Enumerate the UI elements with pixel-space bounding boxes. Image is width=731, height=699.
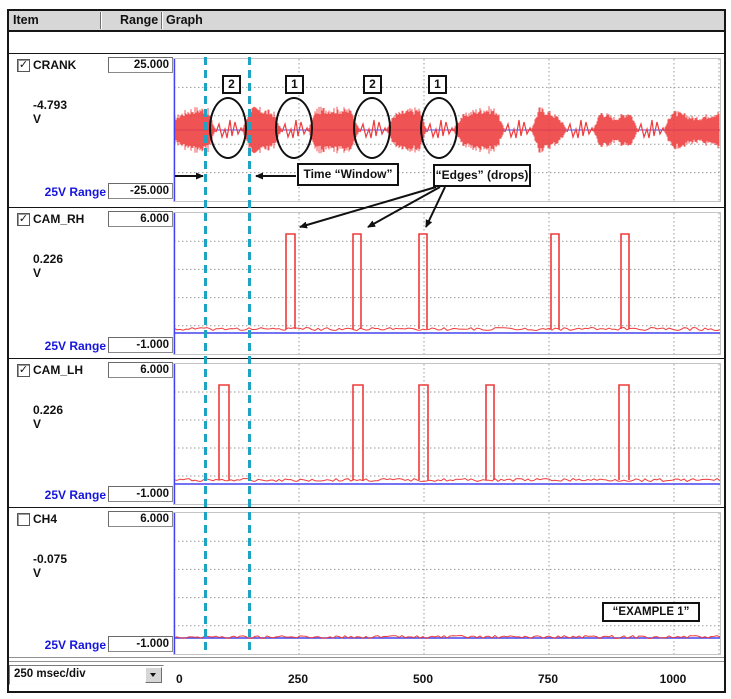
- channel-label: CH4: [33, 512, 57, 526]
- time-window-cursor-right[interactable]: [248, 57, 251, 654]
- table-header: [9, 11, 724, 32]
- bottom-bar: 250 msec/div 0 250 500 750 1000: [9, 663, 724, 689]
- cam-rh-range-link[interactable]: 25V Range: [9, 339, 106, 353]
- callout-ellipse: [353, 97, 391, 159]
- channel-row-cam-rh: ✓ CAM_RH 6.000 0.226V 25V Range -1.000: [9, 207, 724, 359]
- edges-label: “Edges” (drops): [433, 164, 531, 187]
- cam-rh-checkbox[interactable]: ✓: [17, 213, 30, 226]
- column-divider: [161, 12, 162, 29]
- crank-range-link[interactable]: 25V Range: [9, 185, 106, 199]
- column-header-item: Item: [13, 13, 39, 27]
- cam-lh-range-max-field[interactable]: 6.000: [108, 362, 173, 378]
- axis-tick-750: 750: [528, 672, 568, 686]
- ch4-graph: [173, 512, 721, 655]
- column-header-graph: Graph: [166, 13, 203, 27]
- column-divider: [100, 12, 101, 29]
- channel-label: CAM_RH: [33, 212, 84, 226]
- cam-rh-graph: [173, 212, 721, 355]
- callout-number: 2: [222, 75, 241, 94]
- callout-ellipse: [275, 97, 313, 159]
- crank-range-max-field[interactable]: 25.000: [108, 57, 173, 73]
- ch4-checkbox[interactable]: [17, 513, 30, 526]
- timebase-dropdown[interactable]: 250 msec/div: [9, 665, 164, 685]
- callout-number: 1: [285, 75, 304, 94]
- channel-value: 0.226V: [33, 403, 63, 431]
- ch4-range-max-field[interactable]: 6.000: [108, 511, 173, 527]
- callout-number: 2: [363, 75, 382, 94]
- channel-label: CRANK: [33, 58, 76, 72]
- cam-rh-range-min-field[interactable]: -1.000: [108, 337, 173, 353]
- callout-number: 1: [428, 75, 447, 94]
- crank-checkbox[interactable]: ✓: [17, 59, 30, 72]
- column-header-range: Range: [120, 13, 156, 27]
- cam-lh-checkbox[interactable]: ✓: [17, 364, 30, 377]
- axis-tick-500: 500: [403, 672, 443, 686]
- callout-ellipse: [209, 97, 247, 159]
- ch4-range-min-field[interactable]: -1.000: [108, 636, 173, 652]
- axis-tick-1000: 1000: [653, 672, 693, 686]
- channel-value: 0.226V: [33, 252, 63, 280]
- cam-lh-range-min-field[interactable]: -1.000: [108, 486, 173, 502]
- ch4-range-link[interactable]: 25V Range: [9, 638, 106, 652]
- channel-label: CAM_LH: [33, 363, 83, 377]
- crank-range-min-field[interactable]: -25.000: [108, 183, 173, 199]
- dropdown-arrow-icon[interactable]: [145, 667, 162, 683]
- cam-lh-graph: [173, 363, 721, 505]
- axis-tick-250: 250: [278, 672, 318, 686]
- separator-groove: [9, 657, 724, 662]
- example-label: “EXAMPLE 1”: [602, 602, 700, 622]
- lab-scope-window: Item Range Graph ✓ CRANK 25.000 -4.793V …: [0, 0, 731, 699]
- timebase-value: 250 msec/div: [14, 668, 86, 680]
- axis-tick-0: 0: [176, 672, 183, 686]
- cam-rh-range-max-field[interactable]: 6.000: [108, 211, 173, 227]
- callout-ellipse: [420, 97, 458, 159]
- channel-row-ch4: CH4 6.000 -0.075V 25V Range -1.000: [9, 507, 724, 658]
- time-window-label: Time “Window”: [297, 163, 399, 186]
- channel-row-cam-lh: ✓ CAM_LH 6.000 0.226V 25V Range -1.000: [9, 358, 724, 508]
- cam-lh-range-link[interactable]: 25V Range: [9, 488, 106, 502]
- time-window-cursor-left[interactable]: [204, 57, 207, 654]
- channel-value: -0.075V: [33, 552, 67, 580]
- channel-value: -4.793V: [33, 98, 67, 126]
